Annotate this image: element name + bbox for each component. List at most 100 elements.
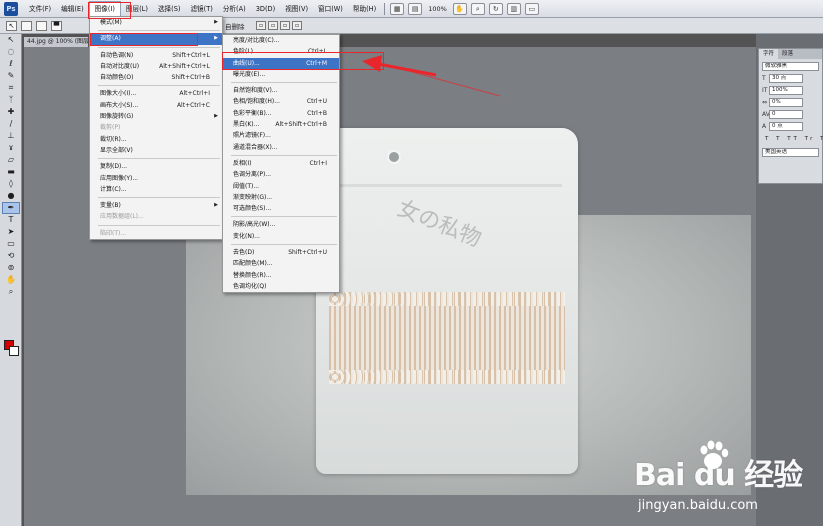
align-icon-c[interactable]: ▫ (280, 21, 290, 30)
align-icon-d[interactable]: ▫ (292, 21, 302, 30)
menu-help[interactable]: 帮助(H) (348, 1, 381, 17)
menu-item-calculations[interactable]: 计算(C)... (90, 184, 222, 195)
menu-separator (98, 197, 220, 199)
menu-item-photo-filter[interactable]: 照片滤镜(F)... (223, 130, 339, 141)
menu-item-canvas-size[interactable]: 画布大小(S)... Alt+Ctrl+C (90, 100, 222, 111)
menu-item-image-rotation[interactable]: 图像旋转(G) ▶ (90, 111, 222, 122)
menu-item-apply-data-set[interactable]: 应用数据组(L)... (90, 211, 222, 222)
character-panel-tabs: 字符 段落 (759, 49, 822, 59)
pen-tool-icon[interactable]: ✒ (2, 202, 20, 214)
language-select[interactable]: 美国英语 (762, 148, 819, 157)
menu-item-crop[interactable]: 裁剪(P) (90, 122, 222, 133)
menu-item-vibrance[interactable]: 自然饱和度(V)... (223, 85, 339, 96)
baseline-input[interactable]: 0 点 (769, 122, 803, 131)
menu-item-variables[interactable]: 变量(B) ▶ (90, 200, 222, 211)
hand-tool-icon-panel[interactable]: ✋ (2, 274, 20, 286)
document-tab[interactable]: 44.jpg @ 100% (图层 (24, 37, 88, 47)
menu-item-equalize[interactable]: 色调均化(Q) (223, 281, 339, 292)
align-icon-b[interactable]: ▫ (268, 21, 278, 30)
lasso-tool-icon[interactable]: ℓ (2, 58, 20, 70)
menu-item-duplicate[interactable]: 复制(D)... (90, 161, 222, 172)
bridge-icon[interactable]: ▦ (390, 2, 405, 15)
tool-preset-icon[interactable]: ↖ (6, 20, 17, 31)
menu-item-auto-color[interactable]: 自动颜色(O) Shift+Ctrl+B (90, 72, 222, 83)
menu-item-apply-image[interactable]: 应用图像(Y)... (90, 173, 222, 184)
menu-file[interactable]: 文件(F) (24, 1, 56, 17)
clone-stamp-tool-icon[interactable]: ⊥ (2, 130, 20, 142)
hand-tool-icon[interactable]: ✋ (452, 2, 467, 15)
menu-item-gradient-map[interactable]: 渐变映射(G)... (223, 192, 339, 203)
move-tool-icon[interactable]: ↖ (2, 34, 20, 46)
background-color-swatch[interactable] (9, 346, 19, 356)
type-tool-icon[interactable]: T (2, 214, 20, 226)
tracking-input[interactable]: 0% (769, 98, 803, 107)
menu-3d[interactable]: 3D(D) (251, 1, 281, 17)
menu-item-black-white[interactable]: 黑白(K)... Alt+Shift+Ctrl+B (223, 119, 339, 130)
mini-bridge-icon[interactable]: ▤ (408, 2, 423, 15)
menu-item-brightness-contrast[interactable]: 亮度/对比度(C)... (223, 35, 339, 46)
menu-item-invert[interactable]: 反相(I) Ctrl+I (223, 158, 339, 169)
eyedropper-tool-icon[interactable]: ᛉ (2, 94, 20, 106)
healing-tool-icon[interactable]: ✚ (2, 106, 20, 118)
dodge-tool-icon[interactable]: ● (2, 190, 20, 202)
menu-item-auto-contrast[interactable]: 自动对比度(U) Alt+Shift+Ctrl+L (90, 61, 222, 72)
path-select-tool-icon[interactable]: ➤ (2, 226, 20, 238)
marquee-tool-icon[interactable]: ◌ (2, 46, 20, 58)
vertical-scale-input[interactable]: 100% (769, 86, 803, 95)
type-style-buttons[interactable]: T T TT Tr T (765, 136, 823, 142)
menu-item-trim[interactable]: 裁切(R)... (90, 134, 222, 145)
font-size-input[interactable]: 30 点 (769, 74, 803, 83)
menu-separator (231, 244, 337, 246)
menu-item-replace-color[interactable]: 替换颜色(R)... (223, 270, 339, 281)
quick-select-tool-icon[interactable]: ✎ (2, 70, 20, 82)
lace-edge-bottom (329, 370, 565, 384)
arrange-documents-icon[interactable]: ▥ (506, 2, 521, 15)
menu-item-desaturate[interactable]: 去色(D) Shift+Ctrl+U (223, 247, 339, 258)
gradient-tool-icon[interactable]: ▬ (2, 166, 20, 178)
shape-tool-icon[interactable]: ▭ (2, 238, 20, 250)
menu-item-color-balance[interactable]: 色彩平衡(B)... Ctrl+B (223, 108, 339, 119)
menu-item-variations[interactable]: 变化(N)... (223, 231, 339, 242)
zoom-tool-icon-panel[interactable]: ⌕ (2, 286, 20, 298)
auto-select-checkbox[interactable] (21, 20, 32, 31)
crop-tool-icon[interactable]: ⌗ (2, 82, 20, 94)
show-transform-checkbox[interactable] (36, 20, 47, 31)
menu-item-channel-mixer[interactable]: 通道混合器(X)... (223, 142, 339, 153)
menu-item-match-color[interactable]: 匹配颜色(M)... (223, 258, 339, 269)
menu-item-hue-saturation[interactable]: 色相/饱和度(H)... Ctrl+U (223, 96, 339, 107)
tab-character[interactable]: 字符 (759, 49, 779, 59)
menu-item-shadows-highlights[interactable]: 阴影/高光(W)... (223, 219, 339, 230)
3d-orbit-tool-icon[interactable]: ⊚ (2, 262, 20, 274)
menu-edit[interactable]: 编辑(E) (56, 1, 89, 17)
eraser-tool-icon[interactable]: ▱ (2, 154, 20, 166)
menu-item-posterize[interactable]: 色调分离(P)... (223, 169, 339, 180)
3d-rotate-tool-icon[interactable]: ⟲ (2, 250, 20, 262)
menu-item-selective-color[interactable]: 可选颜色(S)... (223, 203, 339, 214)
kerning-input[interactable]: 0 (769, 110, 803, 119)
rotate-view-icon[interactable]: ↻ (488, 2, 503, 15)
menu-item-trap[interactable]: 陷印(T)... (90, 228, 222, 239)
brush-tool-icon[interactable]: ∕ (2, 118, 20, 130)
align-top-icon[interactable]: ▀ (51, 20, 62, 31)
zoom-level[interactable]: 100% (428, 5, 447, 13)
font-family-select[interactable]: 微软雅黑 (762, 62, 819, 71)
menu-item-reveal-all[interactable]: 显示全部(V) (90, 145, 222, 156)
screen-mode-icon[interactable]: ▭ (524, 2, 539, 15)
menu-window[interactable]: 窗口(W) (313, 1, 348, 17)
menu-select[interactable]: 选择(S) (153, 1, 186, 17)
bag-zipper (330, 184, 562, 187)
menu-item-threshold[interactable]: 阈值(T)... (223, 181, 339, 192)
menu-filter[interactable]: 滤镜(T) (185, 1, 217, 17)
blur-tool-icon[interactable]: ◊ (2, 178, 20, 190)
menu-view[interactable]: 视图(V) (280, 1, 313, 17)
menu-item-auto-tone[interactable]: 自动色调(N) Shift+Ctrl+L (90, 50, 222, 61)
history-brush-tool-icon[interactable]: ɤ (2, 142, 20, 154)
menu-item-image-size[interactable]: 图像大小(I)... Alt+Ctrl+I (90, 88, 222, 99)
menu-analysis[interactable]: 分析(A) (218, 1, 251, 17)
zoom-tool-icon[interactable]: ⌕ (470, 2, 485, 15)
menu-item-exposure[interactable]: 曝光度(E)... (223, 69, 339, 80)
align-icon-a[interactable]: ▫ (256, 21, 266, 30)
photoshop-logo-icon: Ps (4, 1, 18, 16)
menu-separator (98, 158, 220, 160)
tab-paragraph[interactable]: 段落 (778, 49, 797, 59)
